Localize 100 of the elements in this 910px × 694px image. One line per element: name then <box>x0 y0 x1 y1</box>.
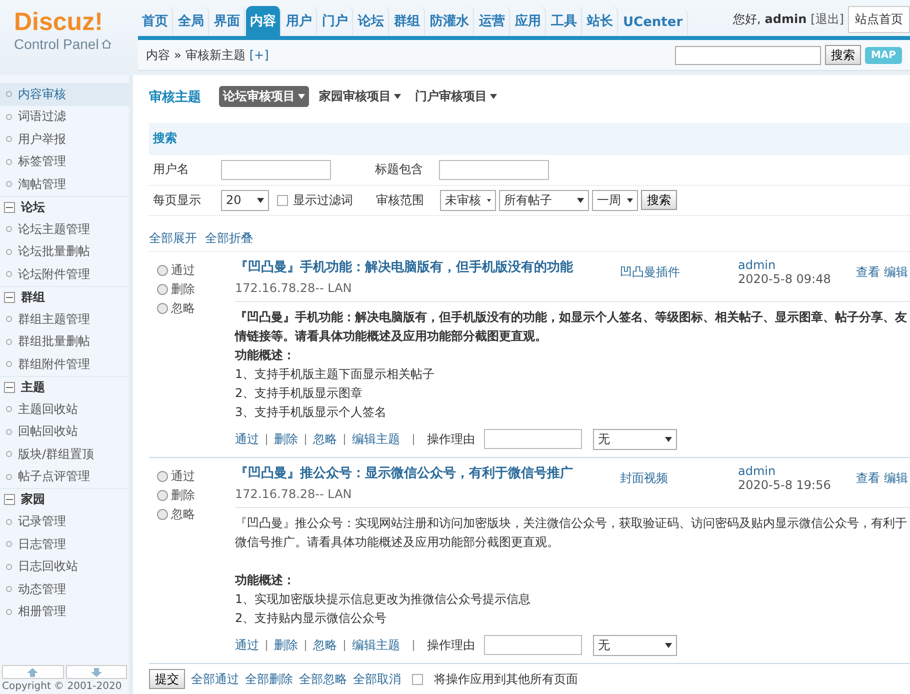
collapse-icon[interactable] <box>4 202 15 213</box>
nav-tab[interactable]: 防灌水 <box>426 6 474 36</box>
collapse-icon[interactable] <box>4 292 15 303</box>
edit-link[interactable]: 编辑 <box>884 264 908 296</box>
action-link[interactable]: 忽略 <box>313 636 337 654</box>
sidebar-group-header[interactable]: 群组 <box>0 286 129 308</box>
period-select[interactable]: 一周 <box>592 190 638 211</box>
sub-tab[interactable]: 门户审核项目 <box>411 86 501 108</box>
radio-icon[interactable] <box>157 471 168 482</box>
sidebar-item[interactable]: 记录管理 <box>0 510 129 533</box>
reason-field[interactable] <box>484 635 582 656</box>
action-link[interactable]: 通过 <box>235 636 259 654</box>
nav-tab[interactable]: 群组 <box>390 6 425 36</box>
sidebar-item[interactable]: 内容审核 <box>0 83 129 106</box>
post-title[interactable]: 『凹凸曼』推公众号：显示微信公众号，有利于微信号推广 <box>235 464 620 482</box>
bulk-action-link[interactable]: 全部忽略 <box>299 670 347 688</box>
sidebar-item[interactable]: 日志管理 <box>0 533 129 556</box>
reason-field[interactable] <box>484 429 582 450</box>
per-page-select[interactable]: 20 <box>221 190 269 211</box>
sub-tab[interactable]: 论坛审核项目 <box>219 86 309 108</box>
collapse-icon[interactable] <box>4 382 15 393</box>
radio-icon[interactable] <box>157 509 168 520</box>
title-field[interactable] <box>439 160 549 180</box>
search-button[interactable]: 搜索 <box>824 45 861 65</box>
site-home-button[interactable]: 站点首页 <box>848 6 910 32</box>
sidebar-item[interactable]: 群组主题管理 <box>0 308 129 330</box>
scroll-down-button[interactable] <box>66 665 127 679</box>
reason-select[interactable]: 无 <box>593 634 677 656</box>
collapse-icon[interactable] <box>4 494 15 506</box>
edit-link[interactable]: 编辑 <box>884 470 908 502</box>
logout-link[interactable]: [退出] <box>810 10 844 28</box>
bulk-action-link[interactable]: 全部取消 <box>353 670 401 688</box>
sidebar-item[interactable]: 词语过滤 <box>0 106 129 128</box>
username-field[interactable] <box>221 160 331 180</box>
forum-link[interactable]: 封面视频 <box>620 464 738 502</box>
radio-icon[interactable] <box>157 303 168 314</box>
sidebar-item[interactable]: 淘帖管理 <box>0 173 129 196</box>
expand-all-link[interactable]: 全部展开 <box>149 230 197 248</box>
sidebar-item[interactable]: 日志回收站 <box>0 556 129 578</box>
sidebar-item[interactable]: 论坛批量删帖 <box>0 240 129 263</box>
status-select[interactable]: 未审核 <box>440 190 496 211</box>
action-link[interactable]: 删除 <box>274 430 298 448</box>
radio-option[interactable]: 删除 <box>157 281 235 298</box>
post-title[interactable]: 『凹凸曼』手机功能：解决电脑版有，但手机版没有的功能 <box>235 258 620 276</box>
sidebar-item[interactable]: 回帖回收站 <box>0 420 129 443</box>
sidebar-item[interactable]: 论坛附件管理 <box>0 263 129 286</box>
nav-tab[interactable]: 门户 <box>318 6 353 36</box>
action-link[interactable]: 编辑主题 <box>352 430 400 448</box>
radio-option[interactable]: 忽略 <box>157 506 235 524</box>
sidebar-group-header[interactable]: 家园 <box>0 488 129 510</box>
sidebar-item[interactable]: 群组批量删帖 <box>0 330 129 353</box>
action-link[interactable]: 编辑主题 <box>352 636 400 654</box>
sidebar-item[interactable]: 标签管理 <box>0 150 129 173</box>
nav-tab[interactable]: 论坛 <box>354 6 389 36</box>
checkbox[interactable] <box>277 194 288 206</box>
author-link[interactable]: admin <box>738 464 856 478</box>
view-link[interactable]: 查看 <box>856 264 880 296</box>
radio-option[interactable]: 通过 <box>157 468 235 486</box>
sidebar-item[interactable]: 动态管理 <box>0 578 129 600</box>
add-link[interactable]: [+] <box>249 48 269 62</box>
nav-tab[interactable]: 首页 <box>138 6 173 36</box>
forum-link[interactable]: 凹凸曼插件 <box>620 258 738 296</box>
nav-tab[interactable]: 界面 <box>210 6 245 36</box>
scroll-up-button[interactable] <box>2 665 64 679</box>
nav-tab[interactable]: 内容 <box>246 6 281 36</box>
nav-tab[interactable]: 站长 <box>583 6 618 36</box>
sidebar-group-header[interactable]: 主题 <box>0 376 129 398</box>
radio-icon[interactable] <box>157 265 168 276</box>
sidebar-item[interactable]: 帖子点评管理 <box>0 466 129 488</box>
radio-option[interactable]: 通过 <box>157 262 235 280</box>
radio-option[interactable]: 删除 <box>157 487 235 504</box>
action-link[interactable]: 通过 <box>235 430 259 448</box>
radio-icon[interactable] <box>157 284 168 296</box>
sidebar-item[interactable]: 版块/群组置顶 <box>0 443 129 466</box>
sidebar-item[interactable]: 用户举报 <box>0 128 129 150</box>
reason-select[interactable]: 无 <box>593 428 677 450</box>
sidebar-item[interactable]: 主题回收站 <box>0 398 129 420</box>
sidebar-item[interactable]: 群组附件管理 <box>0 353 129 376</box>
action-link[interactable]: 删除 <box>274 636 298 654</box>
author-link[interactable]: admin <box>738 258 856 272</box>
collapse-all-link[interactable]: 全部折叠 <box>205 230 253 248</box>
radio-option[interactable]: 忽略 <box>157 300 235 318</box>
sidebar-item[interactable]: 论坛主题管理 <box>0 218 129 240</box>
nav-tab[interactable]: 运营 <box>475 6 510 36</box>
sidebar-group-header[interactable]: 论坛 <box>0 196 129 218</box>
search-field[interactable] <box>674 46 821 64</box>
view-link[interactable]: 查看 <box>856 470 880 502</box>
nav-tab[interactable]: 应用 <box>511 6 546 36</box>
search-submit-button[interactable]: 搜索 <box>641 190 677 210</box>
sidebar-item[interactable]: 相册管理 <box>0 600 129 623</box>
checkbox[interactable] <box>412 674 423 685</box>
bulk-action-link[interactable]: 全部通过 <box>191 670 239 688</box>
scope-select[interactable]: 所有帖子 <box>499 190 589 211</box>
radio-icon[interactable] <box>157 490 168 502</box>
bulk-action-link[interactable]: 全部删除 <box>245 670 293 688</box>
sub-tab[interactable]: 家园审核项目 <box>315 86 405 108</box>
nav-tab[interactable]: 全局 <box>174 6 209 36</box>
nav-tab[interactable]: 用户 <box>282 6 317 36</box>
action-link[interactable]: 忽略 <box>313 430 337 448</box>
nav-tab[interactable]: 工具 <box>547 6 582 36</box>
